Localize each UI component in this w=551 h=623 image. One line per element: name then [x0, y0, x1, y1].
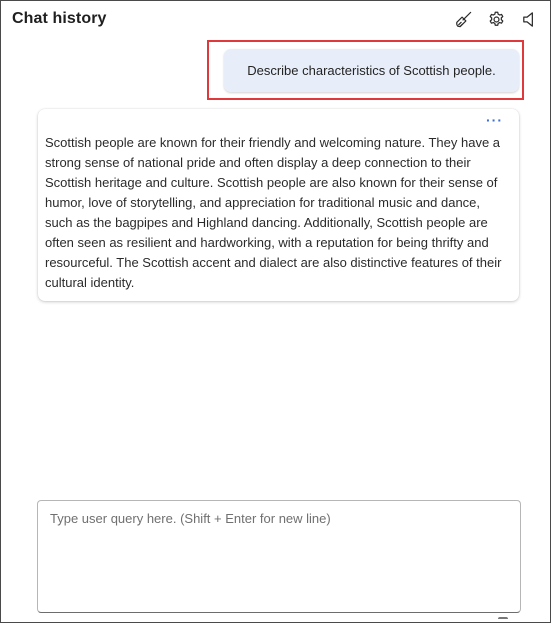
assistant-message-text: Scottish people are known for their frie… — [45, 135, 502, 290]
chat-panel: Chat history Describe characteristics of… — [0, 0, 551, 623]
resize-handle[interactable] — [498, 617, 508, 623]
panel-title: Chat history — [12, 10, 107, 27]
speaker-icon[interactable] — [520, 10, 539, 29]
user-message-text: Describe characteristics of Scottish peo… — [247, 63, 496, 78]
user-message: Describe characteristics of Scottish peo… — [224, 49, 519, 92]
gear-icon[interactable] — [487, 10, 506, 29]
more-options-icon[interactable]: ··· — [486, 113, 503, 127]
query-input[interactable] — [38, 501, 520, 612]
query-input-box[interactable] — [37, 500, 521, 613]
header-toolbar — [454, 10, 539, 29]
assistant-message: ··· Scottish people are known for their … — [38, 109, 519, 301]
broom-icon[interactable] — [454, 10, 473, 29]
